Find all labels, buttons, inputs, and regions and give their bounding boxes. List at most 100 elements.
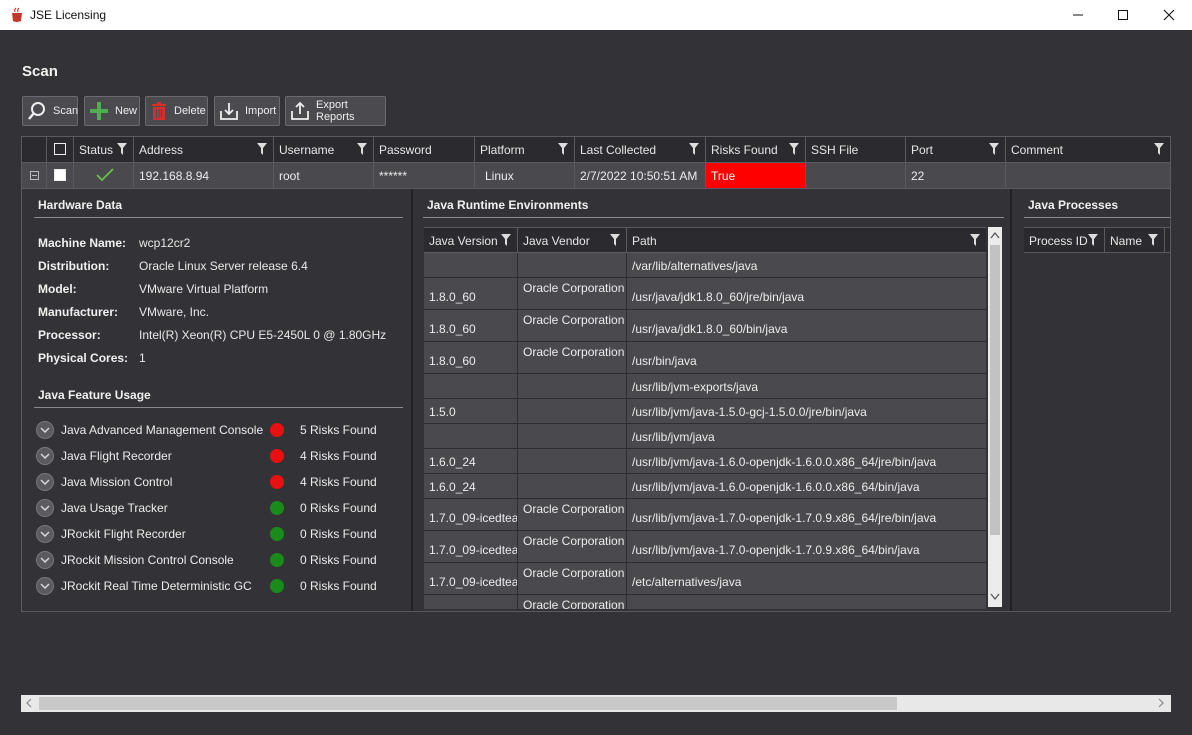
scan-button[interactable]: Scan bbox=[22, 96, 78, 126]
expand-icon[interactable] bbox=[36, 499, 54, 517]
select-all-checkbox[interactable] bbox=[54, 143, 66, 155]
filter-icon[interactable] bbox=[970, 234, 980, 246]
filter-icon[interactable] bbox=[1154, 143, 1164, 155]
table-row[interactable]: 1.7.0_09-icedtea Oracle Corporation/etc/a… bbox=[424, 563, 986, 595]
column-platform[interactable]: Platform bbox=[475, 137, 575, 163]
delete-button[interactable]: Delete bbox=[145, 96, 208, 126]
scroll-right-icon[interactable] bbox=[1157, 697, 1165, 709]
table-row[interactable]: 1.6.0_24/usr/lib/jvm/java-1.6.0-openjdk-… bbox=[424, 474, 986, 499]
expand-icon[interactable] bbox=[36, 447, 54, 465]
checkmark-icon bbox=[96, 168, 114, 182]
select-all-header bbox=[47, 137, 74, 163]
list-item[interactable]: JRockit Flight Recorder 0 Risks Found bbox=[36, 524, 396, 546]
ssh-file-cell[interactable] bbox=[806, 163, 906, 188]
new-button[interactable]: New bbox=[84, 96, 140, 126]
maximize-button[interactable] bbox=[1100, 0, 1146, 30]
hardware-label: Distribution: bbox=[38, 259, 110, 273]
filter-icon[interactable] bbox=[610, 234, 620, 246]
jre-header: Java Version Java Vendor Path bbox=[424, 227, 986, 253]
jre-scrollbar[interactable] bbox=[988, 227, 1002, 607]
column-java-version[interactable]: Java Version bbox=[424, 228, 518, 253]
platform-cell[interactable]: Linux bbox=[475, 163, 575, 188]
table-row[interactable]: 1.7.0_09-icedtea Oracle Corporation/usr/l… bbox=[424, 531, 986, 563]
column-status[interactable]: Status bbox=[74, 137, 134, 163]
divider bbox=[1010, 189, 1012, 611]
column-comment[interactable]: Comment bbox=[1006, 137, 1170, 163]
list-item[interactable]: JRockit Mission Control Console 0 Risks F… bbox=[36, 550, 396, 572]
port-cell[interactable]: 22 bbox=[906, 163, 1006, 188]
path-cell bbox=[627, 595, 986, 609]
column-password[interactable]: Password bbox=[374, 137, 475, 163]
table-row[interactable]: /usr/lib/jvm-exports/java bbox=[424, 374, 986, 399]
horizontal-scrollbar[interactable] bbox=[21, 695, 1171, 712]
table-row[interactable]: 1.6.0_24/usr/lib/jvm/java-1.6.0-openjdk-… bbox=[424, 449, 986, 474]
table-row[interactable]: 1.8.0_60 Oracle Corporation/usr/java/jdk1… bbox=[424, 310, 986, 342]
column-port[interactable]: Port bbox=[906, 137, 1006, 163]
username-cell[interactable]: root bbox=[274, 163, 374, 188]
expand-icon[interactable] bbox=[36, 421, 54, 439]
maximize-icon bbox=[1118, 10, 1128, 20]
scrollbar-thumb[interactable] bbox=[990, 245, 1000, 535]
list-item[interactable]: Java Usage Tracker 0 Risks Found bbox=[36, 498, 396, 520]
java-version-cell bbox=[424, 374, 518, 398]
table-row[interactable]: 1.5.0/usr/lib/jvm/java-1.5.0-gcj-1.5.0.0… bbox=[424, 399, 986, 424]
minimize-button[interactable] bbox=[1055, 0, 1101, 30]
import-button[interactable]: Import bbox=[214, 96, 280, 126]
list-item[interactable]: Java Flight Recorder 4 Risks Found bbox=[36, 446, 396, 468]
status-cell bbox=[74, 163, 134, 188]
column-process-id[interactable]: Process ID bbox=[1024, 228, 1105, 253]
column-name[interactable]: Name bbox=[1105, 228, 1165, 253]
filter-icon[interactable] bbox=[1088, 234, 1098, 246]
password-cell[interactable]: ****** bbox=[374, 163, 475, 188]
filter-icon[interactable] bbox=[501, 234, 511, 246]
column-address[interactable]: Address bbox=[134, 137, 274, 163]
filter-icon[interactable] bbox=[117, 143, 127, 155]
filter-icon[interactable] bbox=[789, 143, 799, 155]
java-vendor-cell: Oracle Corporation bbox=[518, 278, 627, 309]
filter-icon[interactable] bbox=[558, 143, 568, 155]
filter-icon[interactable] bbox=[1148, 234, 1158, 246]
column-ssh-file[interactable]: SSH File bbox=[806, 137, 906, 163]
address-cell[interactable]: 192.168.8.94 bbox=[134, 163, 274, 188]
column-username[interactable]: Username bbox=[274, 137, 374, 163]
feature-risks: 4 Risks Found bbox=[300, 449, 377, 463]
feature-risks: 0 Risks Found bbox=[300, 527, 377, 541]
list-item[interactable]: Java Advanced Management Console 5 Risks … bbox=[36, 420, 396, 442]
hardware-divider bbox=[34, 217, 403, 218]
column-last-collected[interactable]: Last Collected bbox=[575, 137, 706, 163]
export-reports-button[interactable]: Export Reports bbox=[285, 96, 386, 126]
table-row[interactable]: 1.8.0_60 Oracle Corporation/usr/bin/java bbox=[424, 342, 986, 374]
table-row[interactable]: 192.168.8.94 root ****** Linux 2/7/2022 … bbox=[22, 163, 1170, 189]
scrollbar-thumb[interactable] bbox=[39, 697, 897, 710]
table-row[interactable]: /usr/lib/jvm/java bbox=[424, 424, 986, 449]
filter-icon[interactable] bbox=[689, 143, 699, 155]
close-button[interactable] bbox=[1146, 0, 1192, 30]
scroll-left-icon[interactable] bbox=[25, 697, 33, 709]
status-dot-icon bbox=[270, 449, 284, 463]
table-row[interactable]: /var/lib/alternatives/java bbox=[424, 253, 986, 278]
table-row[interactable]: Oracle Corporation bbox=[424, 595, 986, 609]
expand-icon[interactable] bbox=[36, 473, 54, 491]
list-item[interactable]: Java Mission Control 4 Risks Found bbox=[36, 472, 396, 494]
table-row[interactable]: 1.7.0_09-icedtea Oracle Corporation/usr/l… bbox=[424, 499, 986, 531]
scroll-up-icon[interactable] bbox=[990, 231, 1000, 239]
filter-icon[interactable] bbox=[357, 143, 367, 155]
expand-icon[interactable] bbox=[36, 525, 54, 543]
expand-icon[interactable] bbox=[36, 551, 54, 569]
list-item[interactable]: JRockit Real Time Deterministic GC 0 Risk… bbox=[36, 576, 396, 598]
expand-icon[interactable] bbox=[36, 577, 54, 595]
scan-grid: Status Address Username Password Platfor… bbox=[21, 136, 1171, 612]
column-path[interactable]: Path bbox=[627, 228, 986, 253]
jre-table: Java Version Java Vendor Path /var/lib/a… bbox=[424, 227, 1002, 609]
path-cell: /usr/lib/jvm/java-1.6.0-openjdk-1.6.0.0.… bbox=[632, 455, 937, 469]
comment-cell[interactable] bbox=[1006, 163, 1170, 188]
scroll-down-icon[interactable] bbox=[990, 593, 1000, 601]
column-risks-found[interactable]: Risks Found bbox=[706, 137, 806, 163]
column-java-vendor[interactable]: Java Vendor bbox=[518, 228, 627, 253]
filter-icon[interactable] bbox=[989, 143, 999, 155]
table-row[interactable]: 1.8.0_60 Oracle Corporation/usr/java/jdk1… bbox=[424, 278, 986, 310]
row-checkbox[interactable] bbox=[54, 169, 66, 181]
collapse-icon[interactable] bbox=[30, 171, 39, 180]
java-version-cell: 1.8.0_60 bbox=[424, 342, 518, 373]
filter-icon[interactable] bbox=[257, 143, 267, 155]
